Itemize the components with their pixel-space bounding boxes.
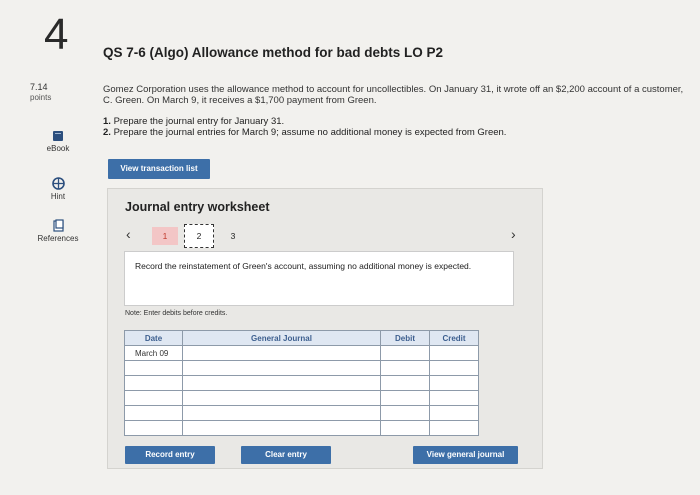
next-page-icon[interactable]: ›: [511, 226, 516, 242]
question-title: QS 7-6 (Algo) Allowance method for bad d…: [103, 45, 444, 60]
table-row: March 09: [124, 345, 479, 361]
date-cell[interactable]: [124, 420, 183, 436]
credit-cell[interactable]: [429, 420, 479, 436]
journal-table: Date General Journal Debit Credit March …: [124, 330, 479, 436]
hint-label: Hint: [50, 192, 66, 201]
date-cell[interactable]: [124, 405, 183, 421]
column-header-general-journal: General Journal: [182, 330, 381, 346]
date-cell[interactable]: [124, 390, 183, 406]
account-cell[interactable]: [182, 345, 381, 361]
account-cell[interactable]: [182, 375, 381, 391]
credit-cell[interactable]: [429, 360, 479, 376]
references-label: References: [37, 234, 79, 243]
debit-cell[interactable]: [380, 345, 430, 361]
references-icon: [52, 219, 64, 232]
debit-cell[interactable]: [380, 360, 430, 376]
points-label: points: [30, 93, 52, 102]
account-cell[interactable]: [182, 390, 381, 406]
task-item: 2. Prepare the journal entries for March…: [103, 127, 507, 138]
table-row: [124, 420, 479, 436]
account-cell[interactable]: [182, 420, 381, 436]
ebook-label: eBook: [46, 144, 70, 153]
date-cell[interactable]: [124, 375, 183, 391]
hint-button[interactable]: Hint: [33, 177, 83, 201]
account-cell[interactable]: [182, 405, 381, 421]
references-button[interactable]: References: [33, 219, 83, 243]
debit-cell[interactable]: [380, 375, 430, 391]
ebook-button[interactable]: eBook: [33, 130, 83, 153]
credit-cell[interactable]: [429, 345, 479, 361]
entry-note: Note: Enter debits before credits.: [125, 310, 228, 317]
view-transaction-list-button[interactable]: View transaction list: [108, 159, 210, 179]
table-row: [124, 390, 479, 406]
credit-cell[interactable]: [429, 390, 479, 406]
account-cell[interactable]: [182, 360, 381, 376]
column-header-credit: Credit: [429, 330, 479, 346]
table-row: [124, 405, 479, 421]
task-list: 1. Prepare the journal entry for January…: [103, 116, 506, 138]
question-description: Gomez Corporation uses the allowance met…: [103, 84, 684, 106]
book-icon: [53, 131, 63, 141]
debit-cell[interactable]: [380, 390, 430, 406]
page-tab-3[interactable]: 3: [222, 227, 244, 245]
points-value: 7.14: [30, 82, 48, 92]
date-cell[interactable]: March 09: [124, 345, 183, 361]
debit-cell[interactable]: [380, 420, 430, 436]
record-entry-button[interactable]: Record entry: [125, 446, 215, 464]
table-row: [124, 375, 479, 391]
prev-page-icon[interactable]: ‹: [126, 226, 131, 242]
table-row: [124, 360, 479, 376]
worksheet-title: Journal entry worksheet: [125, 200, 270, 214]
debit-cell[interactable]: [380, 405, 430, 421]
task-item: 1. Prepare the journal entry for January…: [103, 116, 285, 127]
date-cell[interactable]: [124, 360, 183, 376]
credit-cell[interactable]: [429, 375, 479, 391]
page-tab-2[interactable]: 2: [184, 224, 214, 248]
page-tab-1[interactable]: 1: [152, 227, 178, 245]
column-header-date: Date: [124, 330, 183, 346]
column-header-debit: Debit: [380, 330, 430, 346]
table-header-row: Date General Journal Debit Credit: [124, 330, 479, 346]
entry-instruction: Record the reinstatement of Green's acco…: [124, 251, 514, 306]
credit-cell[interactable]: [429, 405, 479, 421]
view-general-journal-button[interactable]: View general journal: [413, 446, 518, 464]
hint-icon: [51, 177, 65, 190]
question-number: 4: [44, 10, 69, 59]
clear-entry-button[interactable]: Clear entry: [241, 446, 331, 464]
